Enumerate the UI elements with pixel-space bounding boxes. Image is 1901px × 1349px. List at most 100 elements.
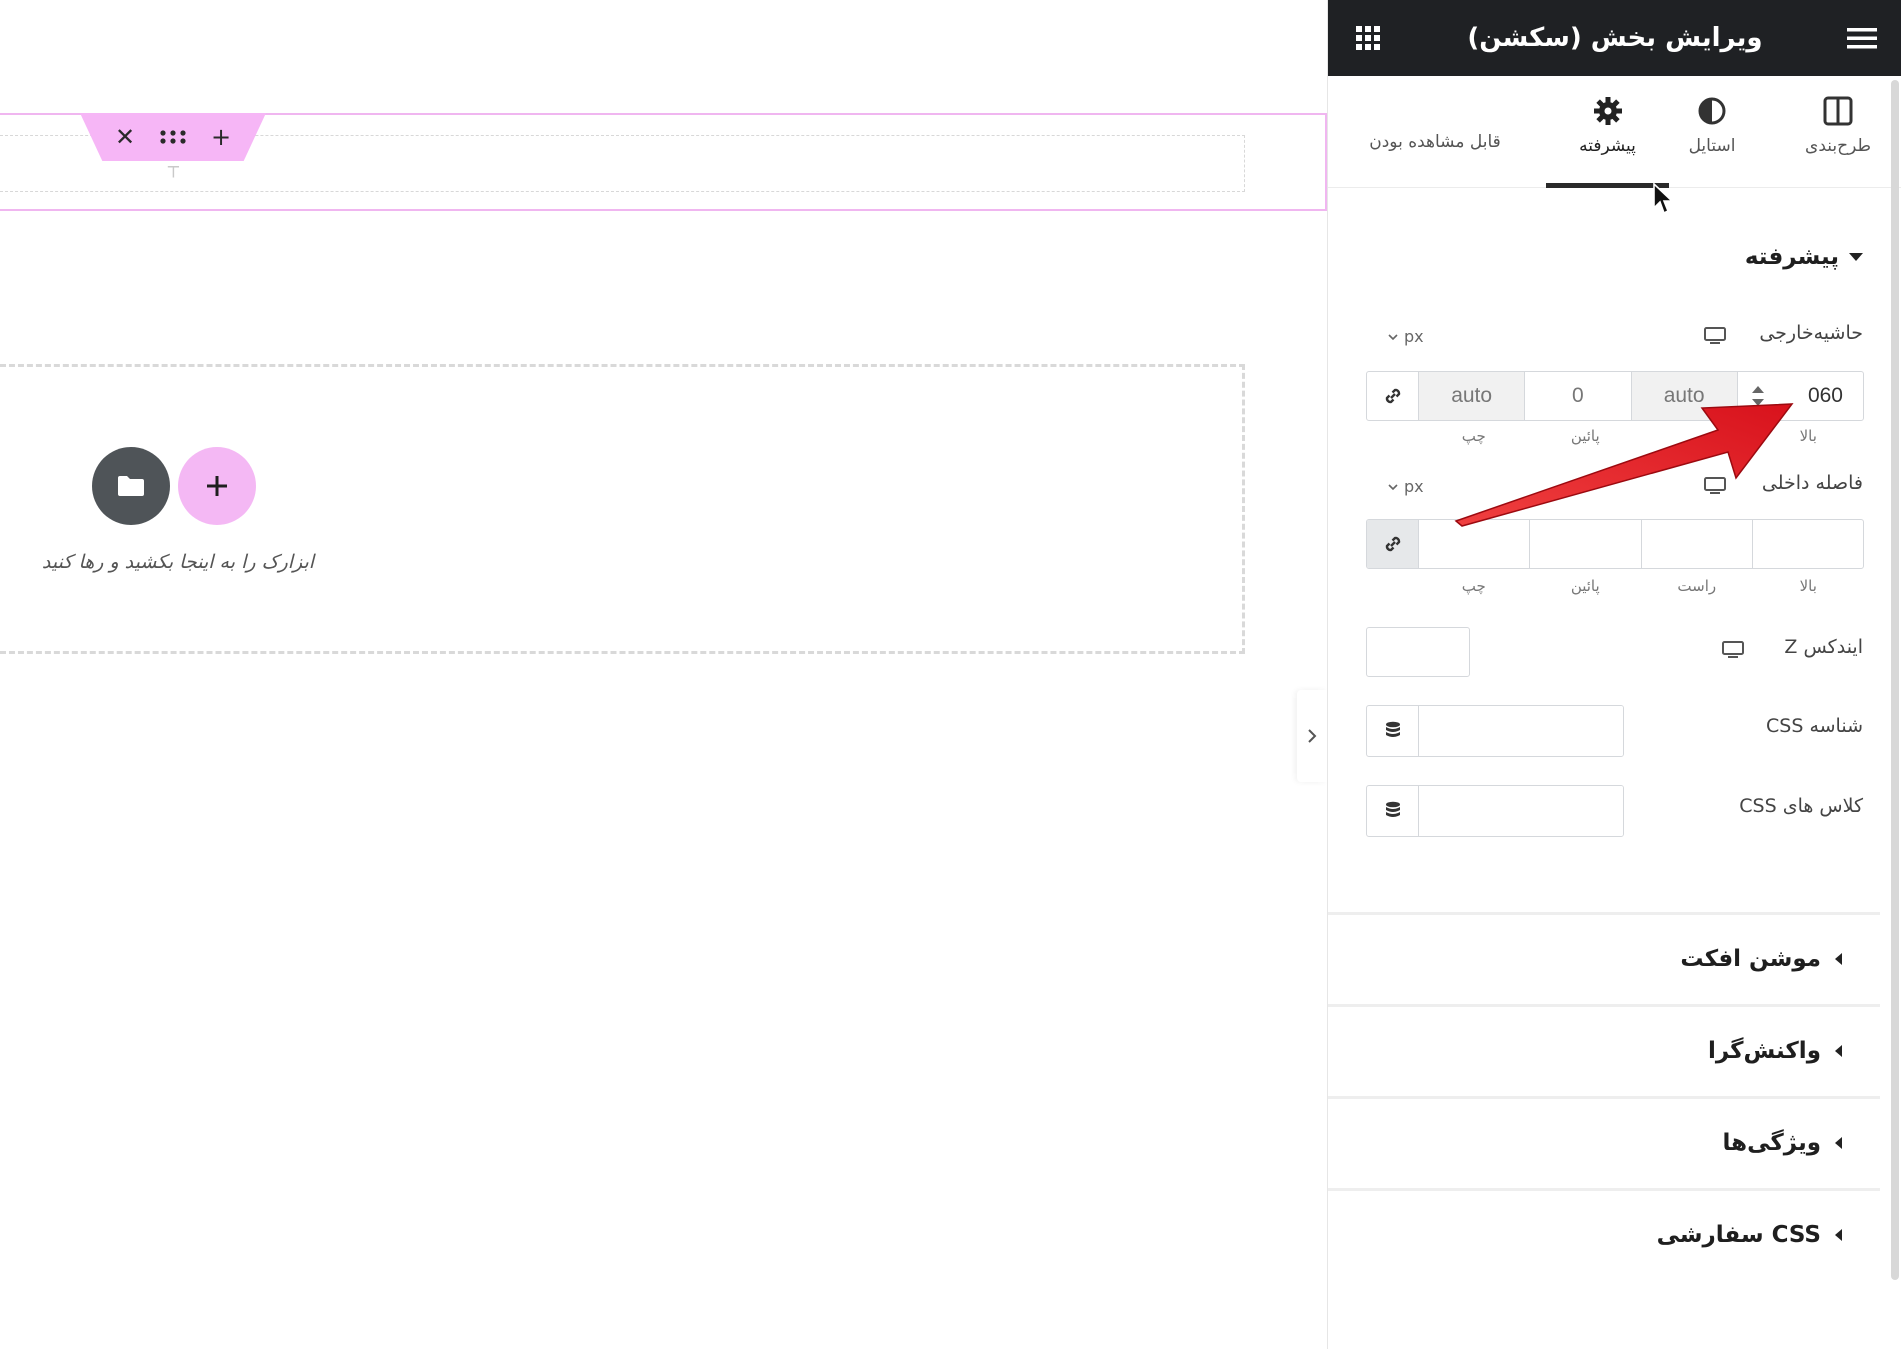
- caret-left-icon: [1835, 1136, 1842, 1149]
- margin-side-labels: چپ پائین بالا: [1418, 427, 1864, 445]
- mouse-cursor-icon: [1653, 182, 1674, 215]
- drag-dots-icon: [160, 130, 186, 144]
- plus-icon: [207, 476, 227, 496]
- panel-scrollbar[interactable]: [1891, 80, 1899, 1280]
- side-label-bottom: پائین: [1570, 427, 1600, 445]
- side-label-top: بالا: [1799, 427, 1817, 445]
- database-icon: [1385, 801, 1400, 817]
- z-index-input[interactable]: [1366, 627, 1470, 677]
- margin-right-input[interactable]: auto: [1631, 372, 1738, 420]
- database-icon: [1385, 721, 1400, 737]
- desktop-device-icon[interactable]: [1722, 641, 1744, 659]
- css-classes-input[interactable]: [1419, 786, 1623, 836]
- accordion-label: موشن افکت: [1680, 945, 1821, 972]
- accordion-label: ویژگی‌ها: [1722, 1129, 1821, 1156]
- folder-icon: [118, 476, 144, 496]
- link-icon: [1385, 536, 1400, 552]
- link-values-button[interactable]: [1367, 520, 1419, 568]
- accordion-responsive[interactable]: واکنش‌گرا: [1328, 1004, 1880, 1094]
- accordion-label: CSS سفارشی: [1656, 1221, 1821, 1248]
- column-handle-icon: ┬: [168, 157, 179, 178]
- template-library-button[interactable]: [92, 447, 170, 525]
- css-id-label: شناسه CSS: [1766, 715, 1863, 737]
- tab-layout[interactable]: طرح‌بندی: [1798, 96, 1878, 188]
- margin-left-input[interactable]: auto: [1419, 372, 1526, 420]
- layout-icon: [1823, 96, 1853, 126]
- chevron-down-icon: [1388, 483, 1398, 490]
- link-icon: [1385, 388, 1400, 404]
- chevron-down-icon: [1388, 333, 1398, 340]
- widgets-grid-button[interactable]: [1350, 20, 1386, 56]
- drop-hint-text: ابزارک را به اینجا بکشید و رها کنید: [41, 551, 315, 573]
- tab-style[interactable]: استایل: [1672, 96, 1752, 188]
- tab-visibility[interactable]: قابل مشاهده بودن: [1355, 96, 1515, 188]
- collapse-panel-toggle[interactable]: [1297, 690, 1327, 782]
- grid-icon: [1356, 26, 1381, 50]
- margin-label: حاشیه‌خارجی: [1759, 322, 1863, 344]
- padding-unit: px: [1404, 477, 1424, 496]
- margin-top-value: 060: [1807, 384, 1843, 407]
- side-label-right: راست: [1677, 577, 1717, 595]
- dynamic-tags-button[interactable]: [1367, 786, 1419, 836]
- accordion-label: واکنش‌گرا: [1707, 1037, 1821, 1064]
- accordion-motion-effects[interactable]: موشن افکت: [1328, 912, 1880, 1002]
- caret-down-icon: [1849, 253, 1863, 261]
- side-label-bottom: پائین: [1570, 577, 1600, 595]
- dynamic-tags-button[interactable]: [1367, 706, 1419, 756]
- padding-bottom-input[interactable]: [1530, 520, 1642, 568]
- side-label-top: بالا: [1799, 577, 1817, 595]
- editor-panel: ویرایش بخش (سکشن) طرح‌بندی استایل: [1327, 0, 1901, 1349]
- link-values-button[interactable]: [1367, 372, 1419, 420]
- section-handle: ✕ +: [80, 113, 266, 161]
- accordion-attributes[interactable]: ویژگی‌ها: [1328, 1096, 1880, 1186]
- accordion-custom-css[interactable]: CSS سفارشی: [1328, 1188, 1880, 1278]
- editor-canvas: ✕ + ┬ ابزارک را به اینجا بکشید و رها کنی…: [0, 0, 1327, 1349]
- side-label-left: چپ: [1461, 577, 1486, 595]
- add-new-section-button[interactable]: [178, 447, 256, 525]
- menu-button[interactable]: [1844, 20, 1880, 56]
- hamburger-icon: [1847, 28, 1877, 49]
- advanced-section-title: پیشرفته: [1744, 244, 1839, 270]
- tab-label: قابل مشاهده بودن: [1369, 132, 1501, 152]
- tab-label: استایل: [1688, 136, 1736, 156]
- number-spinner[interactable]: [1750, 384, 1766, 408]
- panel-tabs: طرح‌بندی استایل پیشرفته: [1328, 76, 1901, 188]
- side-label-left: چپ: [1461, 427, 1486, 445]
- add-section-button[interactable]: +: [208, 123, 234, 151]
- caret-left-icon: [1835, 1228, 1842, 1241]
- css-classes-label: کلاس های CSS: [1739, 795, 1863, 817]
- z-index-label: ایندکس Z: [1784, 636, 1863, 658]
- selected-section[interactable]: ✕ + ┬: [0, 113, 1327, 211]
- desktop-device-icon[interactable]: [1704, 477, 1726, 495]
- caret-left-icon: [1835, 1044, 1842, 1057]
- padding-left-input[interactable]: [1419, 520, 1531, 568]
- padding-side-labels: چپ پائین راست بالا: [1418, 577, 1864, 595]
- half-circle-icon: [1698, 97, 1726, 125]
- css-classes-field: [1366, 785, 1624, 837]
- padding-right-input[interactable]: [1642, 520, 1753, 568]
- desktop-device-icon[interactable]: [1704, 327, 1726, 345]
- caret-left-icon: [1835, 952, 1842, 965]
- tab-advanced[interactable]: پیشرفته: [1546, 96, 1669, 188]
- move-section-handle[interactable]: [160, 124, 186, 150]
- panel-title: ویرایش بخش (سکشن): [1467, 23, 1763, 53]
- advanced-section-toggle[interactable]: پیشرفته: [1745, 244, 1863, 270]
- margin-top-input[interactable]: 060: [1738, 372, 1863, 420]
- padding-top-input[interactable]: [1753, 520, 1863, 568]
- tab-label: طرح‌بندی: [1805, 136, 1871, 156]
- margin-inputs: auto 0 auto 060: [1366, 371, 1864, 421]
- padding-inputs: [1366, 519, 1864, 569]
- css-id-input[interactable]: [1419, 706, 1623, 756]
- padding-label: فاصله داخلی: [1761, 472, 1863, 494]
- margin-unit: px: [1404, 327, 1424, 346]
- panel-header: ویرایش بخش (سکشن): [1328, 0, 1901, 76]
- chevron-right-icon: [1308, 729, 1317, 743]
- css-id-field: [1366, 705, 1624, 757]
- margin-bottom-input[interactable]: 0: [1525, 372, 1632, 420]
- padding-unit-select[interactable]: px: [1388, 477, 1424, 496]
- close-section-button[interactable]: ✕: [112, 123, 138, 151]
- widget-drop-area[interactable]: ابزارک را به اینجا بکشید و رها کنید: [0, 364, 1245, 654]
- tab-label: پیشرفته: [1579, 136, 1636, 156]
- margin-unit-select[interactable]: px: [1388, 327, 1424, 346]
- side-label-right: [1641, 427, 1753, 445]
